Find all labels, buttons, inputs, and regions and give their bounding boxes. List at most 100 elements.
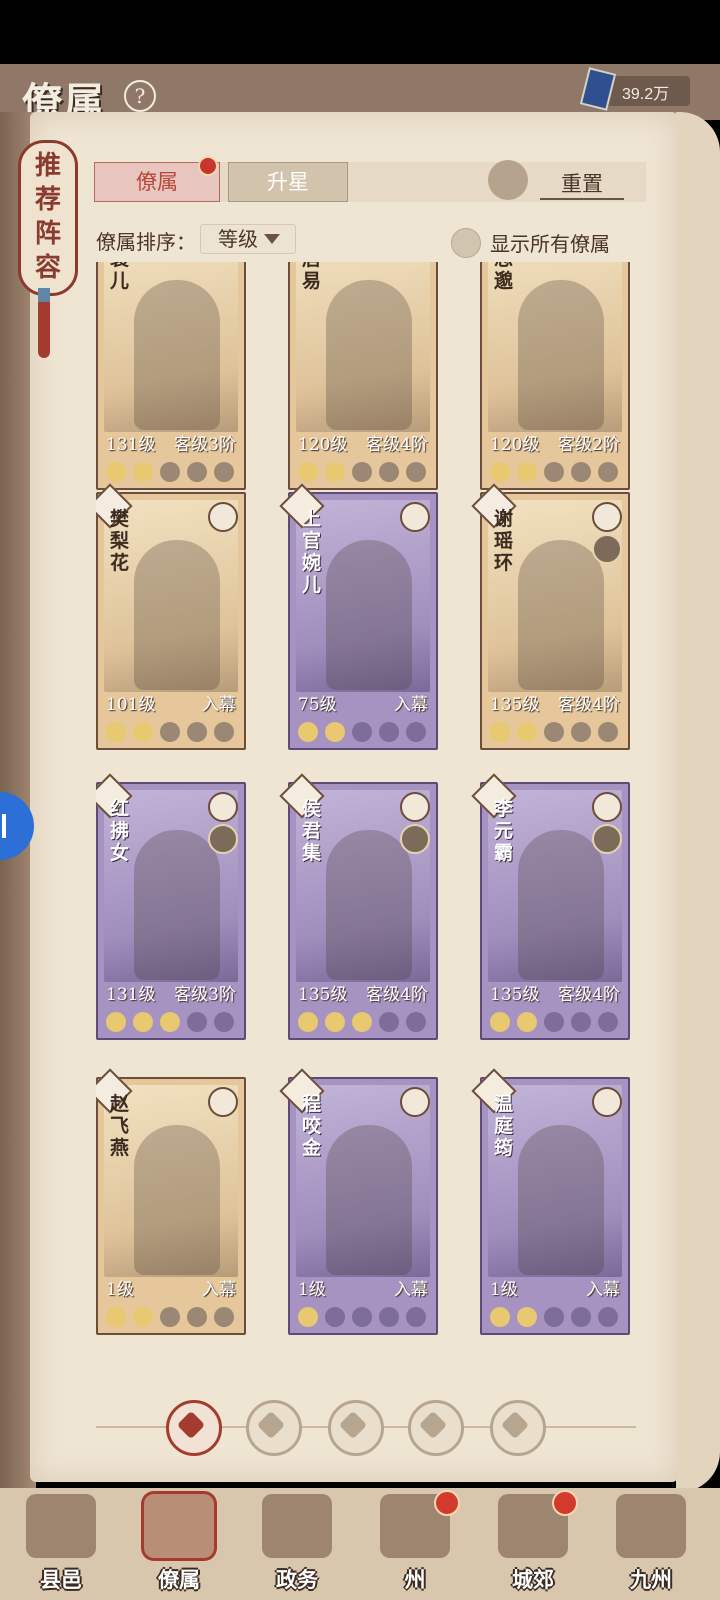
- staff-card[interactable]: 红拂女 131级 客级3阶: [96, 773, 246, 1040]
- tab-upgrade-star[interactable]: 升星: [228, 162, 348, 202]
- class-icon: [592, 1087, 622, 1117]
- sort-select[interactable]: 等级: [200, 224, 296, 254]
- staff-card[interactable]: 上官婉儿 75级 入幕: [279, 483, 438, 750]
- nav-item[interactable]: 九州: [596, 1488, 706, 1598]
- moon-icon: [490, 1307, 510, 1327]
- card-name: 谢瑶环: [494, 508, 514, 574]
- star-rating: [490, 722, 626, 744]
- nav-item[interactable]: 城郊: [478, 1488, 588, 1598]
- character-figure: [134, 280, 220, 430]
- class-icon: [208, 502, 238, 532]
- card-name: 红拂女: [110, 798, 130, 864]
- reset-button[interactable]: 重置: [540, 168, 624, 200]
- empty-slot-icon: [406, 462, 426, 482]
- tassel-decoration: [38, 288, 50, 358]
- empty-slot-icon: [160, 1307, 180, 1327]
- notification-dot: [552, 1490, 578, 1516]
- empty-slot-icon: [544, 1307, 564, 1327]
- staff-card[interactable]: 李元霸 135级 客级4阶: [471, 773, 630, 1040]
- card-name: 侯君集: [302, 798, 322, 864]
- star-rating: [106, 722, 242, 744]
- star-rating: [298, 1307, 434, 1329]
- empty-slot-icon: [406, 1012, 426, 1032]
- moon-icon: [298, 462, 318, 482]
- filter-glyph: [500, 1410, 530, 1440]
- empty-slot-icon: [160, 462, 180, 482]
- nav-label: 僚属: [158, 1567, 200, 1592]
- signal-icon: [2, 814, 22, 838]
- staff-card[interactable]: 襄儿 131级客级3阶: [96, 262, 246, 490]
- staff-card[interactable]: 侯君集 135级 客级4阶: [279, 773, 438, 1040]
- nav-item[interactable]: 州: [360, 1488, 470, 1598]
- class-icon: [400, 1087, 430, 1117]
- card-level: 75级: [298, 695, 337, 715]
- character-figure: [326, 540, 412, 690]
- card-rank: 客级4阶: [366, 435, 428, 455]
- character-figure: [134, 1125, 220, 1275]
- card-info: 1级 入幕: [482, 1275, 628, 1301]
- staff-card[interactable]: 樊梨花 101级 入幕: [96, 483, 246, 750]
- gourd-icon[interactable]: [328, 1400, 384, 1456]
- star-rating: [106, 1307, 242, 1329]
- staff-card[interactable]: 程咬金 1级 入幕: [279, 1068, 438, 1335]
- star-rating: [490, 462, 626, 484]
- card-level: 131级: [106, 985, 156, 1005]
- recommend-lineup-button[interactable]: 推荐阵容: [18, 140, 78, 296]
- moon-icon: [325, 462, 345, 482]
- empty-slot-icon: [187, 1307, 207, 1327]
- moon-icon: [298, 1012, 318, 1032]
- class-icon: [400, 792, 430, 822]
- card-rank: 入幕: [586, 1280, 620, 1300]
- refresh-icon[interactable]: [488, 160, 528, 200]
- card-level: 131级: [106, 435, 156, 455]
- all-icon[interactable]: [166, 1400, 222, 1456]
- empty-slot-icon: [379, 1307, 399, 1327]
- staff-card[interactable]: 居易 120级客级4阶: [288, 262, 438, 490]
- moon-icon: [133, 1012, 153, 1032]
- card-level: 135级: [490, 695, 540, 715]
- card-info: 120级 客级2阶: [482, 430, 628, 456]
- moon-icon: [160, 1012, 180, 1032]
- card-name: 程咬金: [302, 1093, 322, 1159]
- lion-icon[interactable]: [490, 1400, 546, 1456]
- fan-icon[interactable]: [408, 1400, 464, 1456]
- card-rank: 客级4阶: [366, 985, 428, 1005]
- chevron-down-icon: [264, 234, 280, 244]
- question-icon[interactable]: ?: [124, 80, 156, 112]
- nav-label: 县邑: [40, 1567, 82, 1592]
- partner-avatar: [592, 534, 622, 564]
- nav-item[interactable]: 县邑: [6, 1488, 116, 1598]
- empty-slot-icon: [379, 462, 399, 482]
- empty-slot-icon: [571, 1012, 591, 1032]
- class-icon: [400, 502, 430, 532]
- staff-card[interactable]: 温庭筠 1级 入幕: [471, 1068, 630, 1335]
- staff-card[interactable]: 赵飞燕 1级 入幕: [96, 1068, 246, 1335]
- moon-icon: [517, 462, 537, 482]
- show-all-checkbox[interactable]: [451, 228, 481, 258]
- card-name: 温庭筠: [494, 1093, 514, 1159]
- moon-icon: [490, 722, 510, 742]
- nav-item[interactable]: 政务: [242, 1488, 352, 1598]
- empty-slot-icon: [352, 1307, 372, 1327]
- nav-label: 州: [404, 1567, 426, 1592]
- page-edge: [676, 112, 720, 1492]
- empty-slot-icon: [214, 1307, 234, 1327]
- nav-item[interactable]: 僚属: [124, 1488, 234, 1598]
- card-name: 李元霸: [494, 798, 514, 864]
- card-info: 120级 客级4阶: [290, 430, 436, 456]
- card-rank: 客级3阶: [174, 435, 236, 455]
- card-rank: 客级4阶: [558, 695, 620, 715]
- card-rank: 入幕: [202, 695, 236, 715]
- card-rank: 客级2阶: [558, 435, 620, 455]
- moon-icon: [106, 1307, 126, 1327]
- star-rating: [106, 462, 242, 484]
- card-level: 135级: [490, 985, 540, 1005]
- staff-card[interactable]: 谢瑶环 135级 客级4阶: [471, 483, 630, 750]
- character-figure: [518, 540, 604, 690]
- staff-card[interactable]: 思邈 120级客级2阶: [480, 262, 630, 490]
- card-name: 居易: [302, 262, 322, 292]
- character-figure: [326, 830, 412, 980]
- moon-icon: [325, 722, 345, 742]
- official-icon[interactable]: [246, 1400, 302, 1456]
- empty-slot-icon: [160, 722, 180, 742]
